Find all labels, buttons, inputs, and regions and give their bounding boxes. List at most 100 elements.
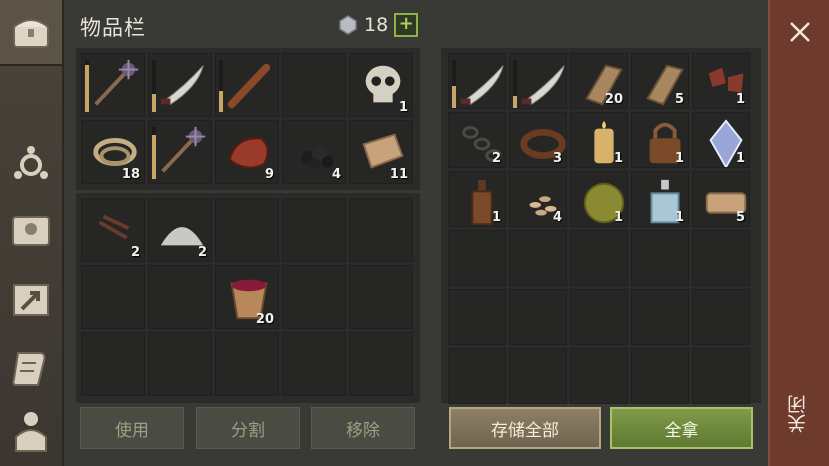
inventory-slot[interactable]: 18 — [81, 120, 145, 184]
storage-slot[interactable] — [570, 230, 628, 286]
mace-icon — [94, 59, 139, 106]
add-currency-button[interactable]: + — [394, 13, 419, 37]
storage-panel: 20 5 1 2 3 1 1 1 1 4 1 1 5 — [441, 48, 761, 404]
storage-slot[interactable] — [509, 53, 567, 109]
inventory-slot[interactable] — [215, 198, 279, 262]
item-count: 2 — [197, 245, 207, 260]
chest-tab[interactable] — [0, 0, 62, 66]
inventory-slot[interactable] — [282, 198, 346, 262]
item-count: 4 — [331, 167, 341, 182]
storage-slot[interactable] — [509, 230, 567, 286]
storage-slot[interactable] — [570, 289, 628, 345]
inventory-slot[interactable] — [349, 198, 413, 262]
inventory-slot[interactable]: 1 — [349, 53, 413, 117]
storage-slot[interactable] — [448, 53, 506, 109]
inventory-slot[interactable] — [282, 265, 346, 329]
split-button[interactable]: 分割 — [196, 407, 300, 449]
item-count: 2 — [130, 245, 140, 260]
take-all-button[interactable]: 全拿 — [610, 407, 753, 449]
storage-slot[interactable]: 20 — [570, 53, 628, 109]
storage-slot[interactable]: 1 — [448, 171, 506, 227]
machete-icon — [521, 65, 565, 105]
item-count: 4 — [552, 210, 562, 225]
durability-bar — [152, 60, 156, 112]
storage-slot[interactable]: 1 — [692, 112, 750, 168]
inventory-slot[interactable] — [215, 332, 279, 396]
inventory-slot[interactable]: 20 — [215, 265, 279, 329]
storage-slot[interactable]: 1 — [631, 112, 689, 168]
mace-icon — [161, 126, 206, 173]
inventory-panel-bottom: 2 2 20 — [76, 193, 420, 403]
inventory-slot[interactable] — [81, 53, 145, 117]
store-all-button[interactable]: 存储全部 — [449, 407, 601, 449]
inventory-slot[interactable]: 11 — [349, 120, 413, 184]
storage-slot[interactable] — [631, 348, 689, 404]
machete-icon — [460, 65, 504, 105]
storage-slot[interactable] — [692, 230, 750, 286]
gem-icon — [339, 15, 357, 35]
storage-slot[interactable]: 1 — [570, 171, 628, 227]
chest-icon — [13, 19, 49, 48]
quests-tab[interactable] — [6, 343, 56, 393]
storage-slot[interactable] — [448, 348, 506, 404]
storage-slot[interactable]: 1 — [570, 112, 628, 168]
storage-slot[interactable]: 5 — [692, 171, 750, 227]
storage-slot[interactable] — [448, 230, 506, 286]
storage-slot[interactable]: 2 — [448, 112, 506, 168]
inventory-slot[interactable] — [148, 265, 212, 329]
map-tab[interactable] — [6, 275, 56, 325]
durability-bar — [452, 60, 456, 108]
currency-display: 18 + — [338, 13, 419, 37]
journal-tab[interactable] — [6, 205, 56, 255]
inventory-slot[interactable]: 9 — [215, 120, 279, 184]
inventory-slot[interactable]: 4 — [282, 120, 346, 184]
storage-slot[interactable]: 5 — [631, 53, 689, 109]
inventory-slot[interactable] — [215, 53, 279, 117]
inventory-slot[interactable]: 2 — [81, 198, 145, 262]
storage-grid: 20 5 1 2 3 1 1 1 1 4 1 1 5 — [448, 53, 750, 404]
inventory-slot[interactable]: 2 — [148, 198, 212, 262]
inventory-slot[interactable] — [81, 332, 145, 396]
item-count: 1 — [398, 100, 408, 115]
item-count: 5 — [674, 92, 684, 107]
storage-slot[interactable] — [509, 348, 567, 404]
storage-slot[interactable] — [570, 348, 628, 404]
durability-bar — [513, 60, 517, 108]
item-count: 3 — [552, 151, 562, 166]
inventory-slot[interactable] — [148, 53, 212, 117]
storage-slot[interactable] — [509, 289, 567, 345]
storage-slot[interactable] — [692, 348, 750, 404]
storage-slot[interactable] — [631, 230, 689, 286]
inventory-slot[interactable] — [349, 265, 413, 329]
durability-bar — [152, 127, 156, 179]
currency-value: 18 — [364, 14, 389, 36]
close-panel[interactable]: 关闭 — [768, 0, 829, 466]
inventory-slot[interactable] — [148, 120, 212, 184]
inventory-panel-top: 1 18 9 4 11 — [76, 48, 420, 190]
storage-slot[interactable] — [692, 289, 750, 345]
crafting-tab[interactable] — [6, 140, 56, 190]
item-count: 1 — [491, 210, 501, 225]
durability-bar — [219, 60, 223, 112]
storage-slot[interactable]: 1 — [692, 53, 750, 109]
item-count: 9 — [264, 167, 274, 182]
storage-slot[interactable] — [631, 289, 689, 345]
inventory-slot[interactable] — [148, 332, 212, 396]
item-count: 2 — [491, 151, 501, 166]
item-count: 1 — [674, 151, 684, 166]
character-tab[interactable] — [6, 405, 56, 455]
inventory-slot[interactable] — [282, 53, 346, 117]
item-count: 1 — [613, 151, 623, 166]
storage-slot[interactable]: 4 — [509, 171, 567, 227]
storage-slot[interactable] — [448, 289, 506, 345]
close-label: 关闭 — [787, 395, 809, 433]
inventory-slot[interactable] — [282, 332, 346, 396]
inventory-slot[interactable] — [349, 332, 413, 396]
inventory-slot[interactable] — [81, 265, 145, 329]
sun-book-icon — [12, 216, 50, 246]
storage-slot[interactable]: 3 — [509, 112, 567, 168]
storage-slot[interactable]: 1 — [631, 171, 689, 227]
use-button[interactable]: 使用 — [80, 407, 184, 449]
close-icon[interactable] — [786, 18, 814, 46]
remove-button[interactable]: 移除 — [311, 407, 415, 449]
